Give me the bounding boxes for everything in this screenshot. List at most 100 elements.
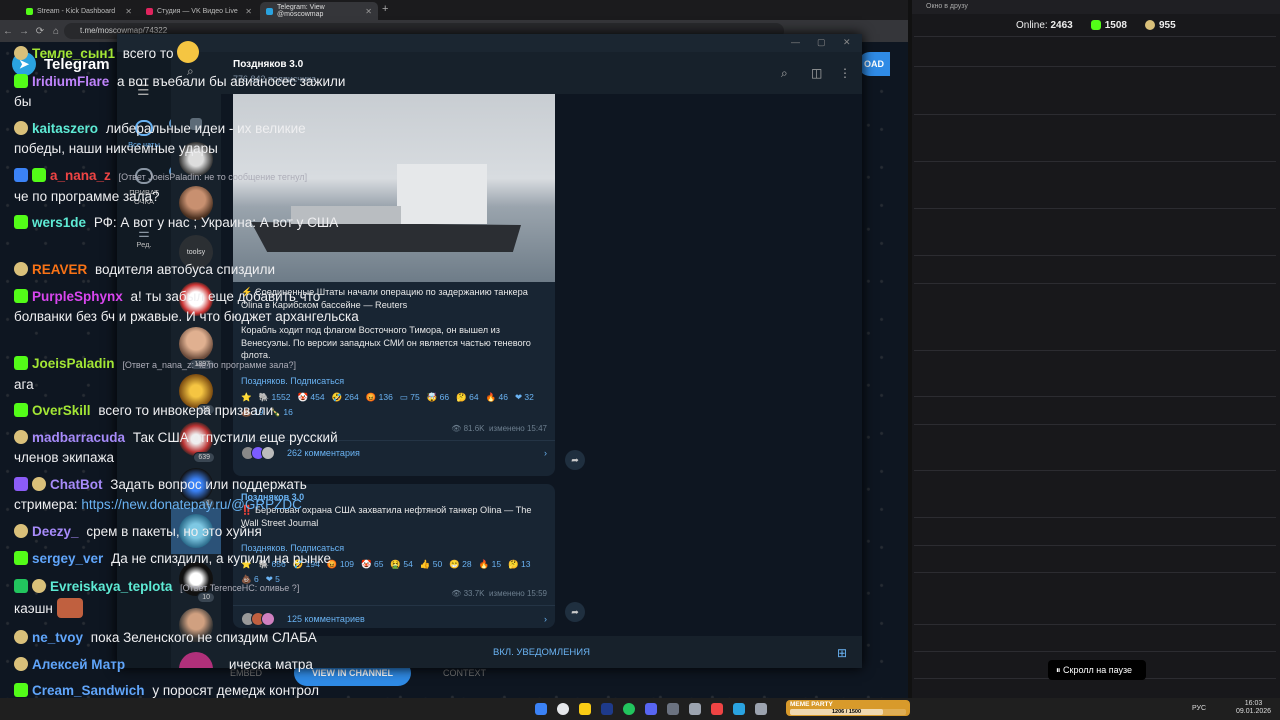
explorer-icon[interactable] [579, 703, 591, 715]
forward-icon[interactable]: → [16, 26, 32, 37]
tab-kick-dashboard[interactable]: Stream - Kick Dashboard ✕ [20, 2, 138, 20]
tab-bar: Stream - Kick Dashboard ✕ Студия — VK Ви… [0, 0, 908, 20]
clock-date: 09.01.2026 [1236, 708, 1272, 715]
reaction-fire[interactable]: 🔥 15 [479, 559, 501, 570]
chat-username[interactable]: PurpleSphynx [32, 289, 123, 304]
user-badge-icon [14, 657, 28, 671]
chat-username[interactable]: Cream_Sandwich [32, 683, 145, 698]
chat-username[interactable]: ne_tvoy [32, 630, 83, 645]
divider [914, 572, 1276, 573]
smile-emote-icon [177, 41, 200, 63]
chevron-right-icon: › [544, 613, 547, 624]
reaction-thinking[interactable]: 🤔 64 [456, 392, 478, 403]
share-icon[interactable]: ➦ [565, 450, 585, 470]
chrome-icon[interactable] [557, 703, 569, 715]
chat-username[interactable]: OverSkill [32, 403, 91, 418]
start-icon[interactable] [535, 703, 547, 715]
donate-link[interactable]: https://new.donatepay.ru/@GRPZDC [81, 497, 302, 512]
kick-badge-icon [14, 551, 28, 565]
reaction-clown[interactable]: 🤡 65 [361, 559, 383, 570]
reply-context[interactable]: [Ответ TerenceHC: оливье ?] [180, 583, 299, 593]
stream-chat-panel: Окно в друзу Online: 2463 1508 955 [912, 0, 1280, 698]
system-clock[interactable]: 16:03 09.01.2026 [1236, 700, 1271, 716]
chat-username[interactable]: IridiumFlare [32, 74, 109, 89]
meme-party-widget[interactable]: MEME PARTY 1206 / 1500 [786, 700, 910, 716]
close-icon[interactable]: ✕ [365, 7, 372, 16]
chat-text: каэшн [14, 601, 53, 616]
search-icon[interactable]: ⌕ [781, 66, 788, 81]
kick-badge-icon [14, 215, 28, 229]
telegram-icon[interactable] [733, 703, 745, 715]
tab-title: Telegram: View @moscowmap [277, 4, 325, 18]
chat-username[interactable]: REAVER [32, 262, 87, 277]
close-icon[interactable]: ✕ [843, 37, 851, 48]
language-indicator[interactable]: РУС [1192, 705, 1206, 712]
chat-message: JoeisPaladin [Ответ a_nana_z: че по прог… [14, 354, 360, 395]
tab-vk-studio[interactable]: Студия — VK Видео Live ✕ [140, 2, 258, 20]
chat-username[interactable]: Темле_сын1 [32, 46, 115, 61]
context-button[interactable]: CONTEXT [443, 668, 486, 678]
chat-message: Cream_Sandwich у поросят демедж контрол [14, 681, 360, 698]
back-icon[interactable]: ← [0, 26, 16, 37]
sidebar-toggle-icon[interactable]: ◫ [811, 66, 822, 80]
reaction-vomit[interactable]: 🤮 54 [390, 559, 412, 570]
chat-username[interactable]: JoeisPaladin [32, 356, 115, 371]
app-icon[interactable] [755, 703, 767, 715]
reply-context[interactable]: [Ответ a_nana_z: че по программе зала?] [122, 360, 296, 370]
meme-progress-count: 1206 / 1500 [832, 709, 862, 715]
reaction-heart[interactable]: ❤ 32 [515, 392, 534, 403]
discord-icon[interactable] [645, 703, 657, 715]
chat-message: PurpleSphynx а! ты забыл еще добавить чт… [14, 287, 360, 327]
share-icon[interactable]: ➦ [565, 602, 585, 622]
reaction-grin[interactable]: 😁 28 [449, 559, 471, 570]
steam-icon[interactable] [601, 703, 613, 715]
open-app-button[interactable]: OAD [858, 52, 890, 76]
scroll-paused-button[interactable]: ⏸ Скролл на паузе [1048, 660, 1146, 680]
chat-username[interactable]: ChatBot [50, 477, 103, 492]
kick-badge-icon [14, 289, 28, 303]
reply-context[interactable]: [Ответ JoeisPaladin: не то сообщение тег… [119, 172, 308, 182]
tab-telegram[interactable]: Telegram: View @moscowmap ✕ [260, 2, 378, 20]
kick-badge-icon [14, 356, 28, 370]
chat-username[interactable]: madbarracuda [32, 430, 125, 445]
windows-taskbar [0, 698, 1280, 720]
divider [914, 651, 1276, 652]
chat-username[interactable]: wers1de [32, 215, 86, 230]
other-viewers: 955 [1158, 19, 1176, 31]
platform-icon [1144, 19, 1155, 30]
chat-message: wers1de РФ: А вот у нас ; Украина: А вот… [14, 213, 360, 233]
home-icon[interactable]: ⌂ [48, 26, 64, 37]
kick-badge-icon [14, 683, 28, 697]
new-tab-icon[interactable]: + [382, 3, 388, 15]
chat-username[interactable]: Evreiskaya_teplota [50, 579, 172, 594]
reaction-custom[interactable]: ▭ 75 [400, 392, 420, 403]
divider [914, 208, 1276, 209]
meme-party-label: MEME PARTY [790, 701, 833, 708]
chat-username[interactable]: kaitaszero [32, 121, 98, 136]
close-icon[interactable]: ✕ [245, 7, 252, 16]
chat-message: Evreiskaya_teplota [Ответ TerenceHC: оли… [14, 577, 360, 619]
gift-icon[interactable]: ⊞ [837, 646, 847, 660]
folder-label: Ред. [136, 240, 152, 249]
reaction-thumbs-up[interactable]: 👍 50 [420, 559, 442, 570]
obs-icon[interactable] [667, 703, 679, 715]
more-options-icon[interactable]: ⋮ [839, 66, 851, 80]
chat-text: у поросят демедж контрол [152, 683, 319, 698]
close-icon[interactable]: ✕ [125, 7, 132, 16]
chat-username[interactable]: a_nana_z [50, 168, 111, 183]
minimize-icon[interactable]: — [791, 37, 800, 47]
reaction-thinking[interactable]: 🤔 13 [508, 559, 530, 570]
reload-icon[interactable]: ⟳ [32, 26, 48, 37]
reaction-angry[interactable]: 😡 136 [366, 392, 393, 403]
kick-badge-icon [14, 403, 28, 417]
reaction-fire[interactable]: 🔥 46 [486, 392, 508, 403]
spotify-icon[interactable] [623, 703, 635, 715]
chat-username[interactable]: Deezy_ [32, 524, 79, 539]
app-icon[interactable] [711, 703, 723, 715]
kick-viewers: 1508 [1104, 19, 1127, 31]
chat-username[interactable]: sergey_ver [32, 551, 103, 566]
app-icon[interactable] [689, 703, 701, 715]
reaction-exploding-head[interactable]: 🤯 66 [427, 392, 449, 403]
chat-username[interactable]: Алексей Матр [32, 657, 125, 672]
maximize-icon[interactable]: ▢ [817, 37, 826, 48]
